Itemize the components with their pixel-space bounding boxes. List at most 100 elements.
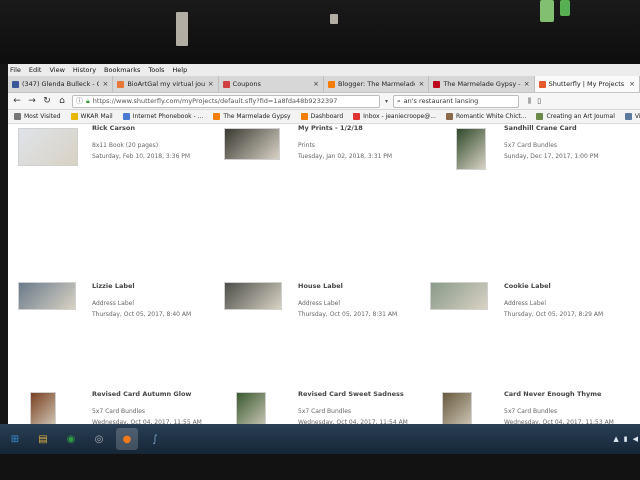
- close-tab-icon[interactable]: ×: [102, 80, 108, 88]
- bookmark-icon: [624, 113, 632, 120]
- sticky-note: [560, 0, 570, 16]
- bookmark-label: Dashboard: [310, 113, 344, 120]
- firefox-button[interactable]: ●: [116, 428, 138, 450]
- browser-tab[interactable]: Coupons ×: [218, 76, 324, 92]
- project-type: 5x7 Card Bundles: [504, 142, 558, 149]
- lock-icon: 🔒︎: [86, 96, 90, 105]
- navigation-bar: ← → ↻ ⌂ ⓘ 🔒︎ https://www.shutterfly.com/…: [8, 93, 640, 110]
- app-button[interactable]: ∫: [144, 428, 166, 450]
- library-icon[interactable]: ⫼: [528, 97, 531, 106]
- project-title[interactable]: Card Never Enough Thyme: [504, 390, 601, 398]
- bookmark-item[interactable]: The Marmelade Gypsy: [213, 113, 291, 120]
- bookmark-item[interactable]: WKAR Mail: [70, 113, 113, 120]
- tab-title: Blogger: The Marmelade Gypsy: [337, 80, 416, 88]
- project-card[interactable]: House Label Address Label Thursday, Oct 05…: [224, 234, 424, 334]
- bookmark-item[interactable]: Creating an Art Journal: [536, 113, 615, 120]
- project-thumbnail[interactable]: [224, 128, 280, 160]
- project-title[interactable]: Revised Card Sweet Sadness: [298, 390, 404, 398]
- project-date: Saturday, Feb 10, 2018, 3:36 PM: [92, 153, 191, 160]
- project-type: Address Label: [504, 300, 546, 307]
- url-bar[interactable]: ⓘ 🔒︎ https://www.shutterfly.com/myProjec…: [72, 94, 380, 108]
- sticky-note: [540, 0, 554, 22]
- tray-arrow-icon[interactable]: ▲: [613, 435, 618, 443]
- bookmark-icon: [70, 113, 78, 120]
- tab-title: BioArtGal my virtual journal m: [127, 80, 205, 88]
- browser-tab[interactable]: The Marmelade Gypsy - Pinte×: [429, 76, 535, 92]
- project-title[interactable]: Rick Carson: [92, 124, 135, 132]
- home-button[interactable]: ⌂: [57, 96, 67, 106]
- bookmark-icon: [300, 113, 308, 120]
- project-title[interactable]: Revised Card Autumn Glow: [92, 390, 191, 398]
- project-title[interactable]: My Prints - 1/2/18: [298, 124, 363, 132]
- bookmark-item[interactable]: Vivian Swift: [624, 113, 640, 120]
- browser-tab[interactable]: Blogger: The Marmelade Gypsy×: [323, 76, 430, 92]
- project-title[interactable]: House Label: [298, 282, 343, 290]
- browser-window: File Edit View History Bookmarks Tools Help (3…: [8, 64, 640, 454]
- system-tray: ▲ ▮ ◀: [613, 435, 640, 443]
- url-dropdown-icon[interactable]: ▾: [385, 98, 388, 105]
- close-tab-icon[interactable]: ×: [524, 80, 530, 88]
- project-type: 5x7 Card Bundles: [92, 408, 146, 415]
- project-thumbnail[interactable]: [430, 282, 488, 310]
- search-icon: ⌕: [397, 96, 401, 105]
- close-tab-icon[interactable]: ×: [313, 80, 319, 88]
- media-button[interactable]: ◎: [88, 428, 110, 450]
- bookmark-label: Most Visited: [24, 113, 61, 120]
- project-title[interactable]: Lizzie Label: [92, 282, 135, 290]
- bookmark-item[interactable]: Most Visited: [14, 113, 61, 120]
- project-thumbnail[interactable]: [456, 128, 486, 170]
- sidebar-icon[interactable]: ▯: [537, 97, 541, 106]
- tab-title: Shutterfly | My Projects: [548, 80, 625, 88]
- reload-button[interactable]: ↻: [42, 96, 52, 106]
- project-title[interactable]: Sandhill Crane Card: [504, 124, 577, 132]
- info-icon[interactable]: ⓘ: [76, 96, 83, 106]
- project-card[interactable]: Rick Carson 8x11 Book (20 pages) Saturday,…: [18, 124, 218, 224]
- bookmark-icon: [122, 113, 130, 120]
- project-card[interactable]: My Prints - 1/2/18 Prints Tuesday, Jan 02,…: [224, 124, 424, 224]
- favicon-icon: [433, 80, 441, 88]
- tab-title: Coupons: [232, 80, 261, 88]
- project-type: 5x7 Card Bundles: [298, 408, 352, 415]
- network-icon[interactable]: ▮: [624, 435, 628, 443]
- project-card[interactable]: Sandhill Crane Card 5x7 Card Bundles Sunda…: [430, 124, 630, 224]
- menu-help[interactable]: Help: [172, 66, 187, 74]
- browser-tab[interactable]: (347) Glenda Bulleck - Glenda×: [8, 76, 114, 92]
- chrome-button[interactable]: ◉: [60, 428, 82, 450]
- paper-tag: [176, 12, 188, 46]
- menu-tools[interactable]: Tools: [148, 66, 164, 74]
- bookmark-item[interactable]: Internet Phonebook - ...: [122, 113, 203, 120]
- menu-file[interactable]: File: [10, 66, 21, 74]
- project-thumbnail[interactable]: [224, 282, 282, 310]
- windows-taskbar: ⊞ ▤ ◉ ◎ ● ∫ ▲ ▮ ◀: [0, 424, 640, 454]
- bookmark-item[interactable]: Romantic White Chict...: [445, 113, 526, 120]
- project-thumbnail[interactable]: [18, 128, 78, 166]
- menu-history[interactable]: History: [73, 66, 96, 74]
- search-input[interactable]: ⌕ an's restaurant lansing: [393, 94, 520, 108]
- bookmark-label: Creating an Art Journal: [546, 113, 615, 120]
- favicon-icon: [327, 80, 335, 88]
- project-thumbnail[interactable]: [18, 282, 76, 310]
- menu-view[interactable]: View: [49, 66, 64, 74]
- menu-bookmarks[interactable]: Bookmarks: [104, 66, 140, 74]
- project-title[interactable]: Cookie Label: [504, 282, 551, 290]
- explorer-button[interactable]: ▤: [32, 428, 54, 450]
- tab-title: (347) Glenda Bulleck - Glenda: [22, 80, 99, 88]
- project-type: 5x7 Card Bundles: [504, 408, 558, 415]
- url-text: https://www.shutterfly.com/myProjects/de…: [92, 97, 338, 105]
- project-card[interactable]: Cookie Label Address Label Thursday, Oct 0…: [430, 234, 630, 334]
- bookmark-item[interactable]: Inbox - jeaniecroope@...: [353, 113, 436, 120]
- volume-icon[interactable]: ◀: [633, 435, 638, 443]
- close-tab-icon[interactable]: ×: [629, 80, 635, 88]
- project-type: Address Label: [92, 300, 134, 307]
- back-button[interactable]: ←: [12, 96, 22, 106]
- forward-button[interactable]: →: [27, 96, 37, 106]
- project-card[interactable]: Lizzie Label Address Label Thursday, Oct 0…: [18, 234, 218, 334]
- browser-tab[interactable]: Shutterfly | My Projects ×: [534, 76, 640, 92]
- browser-tab[interactable]: BioArtGal my virtual journal m×: [113, 76, 219, 92]
- bookmark-item[interactable]: Dashboard: [300, 113, 344, 120]
- favicon-icon: [538, 80, 546, 88]
- menu-edit[interactable]: Edit: [29, 66, 42, 74]
- start-button[interactable]: ⊞: [4, 428, 26, 450]
- close-tab-icon[interactable]: ×: [208, 80, 214, 88]
- close-tab-icon[interactable]: ×: [418, 80, 424, 88]
